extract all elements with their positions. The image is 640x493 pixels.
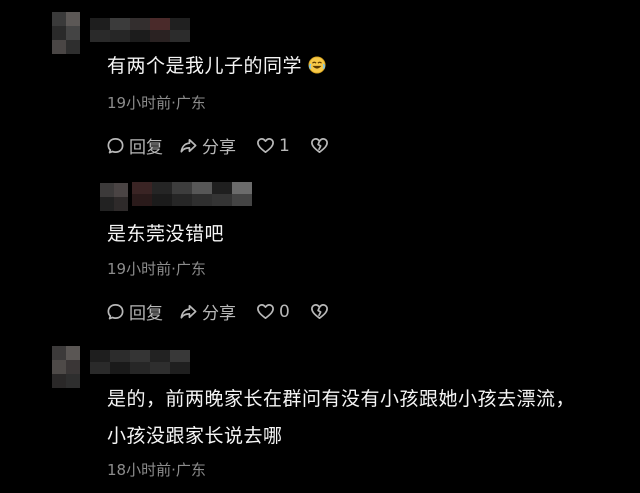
- comment-text: 是东莞没错吧: [107, 223, 225, 245]
- comment-text-line-1: 是的，前两晚家长在群问有没有小孩跟她小孩去漂流，: [107, 388, 576, 410]
- dislike-button[interactable]: [310, 302, 329, 321]
- heart-icon: [257, 303, 274, 320]
- share-button[interactable]: 分享: [179, 133, 236, 158]
- reply-button[interactable]: 回复: [106, 133, 163, 158]
- like-count: 0: [279, 301, 290, 322]
- dislike-button[interactable]: [310, 136, 329, 155]
- blurred-username[interactable]: [132, 182, 252, 206]
- comment-meta: 18小时前·广东: [107, 461, 206, 479]
- like-button[interactable]: 0: [256, 302, 290, 322]
- comment-text-line-2: 小孩没跟家长说去哪: [107, 425, 283, 447]
- blurred-avatar[interactable]: [52, 12, 80, 54]
- like-count: 1: [279, 135, 290, 156]
- broken-heart-icon: [310, 137, 328, 154]
- blurred-avatar[interactable]: [100, 183, 128, 211]
- broken-heart-icon: [310, 303, 328, 320]
- reply-bubble-icon: [107, 303, 124, 320]
- comment-meta: 19小时前·广东: [107, 260, 206, 278]
- share-button[interactable]: 分享: [179, 299, 236, 324]
- comment-text: 有两个是我儿子的同学: [107, 50, 326, 82]
- heart-icon: [257, 137, 274, 154]
- share-arrow-icon: [180, 138, 197, 153]
- reply-bubble-icon: [107, 137, 124, 154]
- reply-button[interactable]: 回复: [106, 299, 163, 324]
- comment-meta: 19小时前·广东: [107, 94, 206, 112]
- reply-label: 回复: [129, 304, 163, 324]
- comment-actions: 回复 分享 1: [106, 133, 329, 158]
- reply-label: 回复: [129, 138, 163, 158]
- blurred-avatar[interactable]: [52, 346, 80, 388]
- like-button[interactable]: 1: [256, 136, 290, 156]
- comment-actions: 回复 分享 0: [106, 299, 329, 324]
- blurred-username[interactable]: [90, 350, 190, 374]
- laughing-tears-emoji-icon: [308, 56, 326, 74]
- share-arrow-icon: [180, 304, 197, 319]
- comment-text-content: 有两个是我儿子的同学: [107, 55, 303, 77]
- share-label: 分享: [202, 138, 236, 158]
- blurred-username[interactable]: [90, 18, 190, 42]
- share-label: 分享: [202, 304, 236, 324]
